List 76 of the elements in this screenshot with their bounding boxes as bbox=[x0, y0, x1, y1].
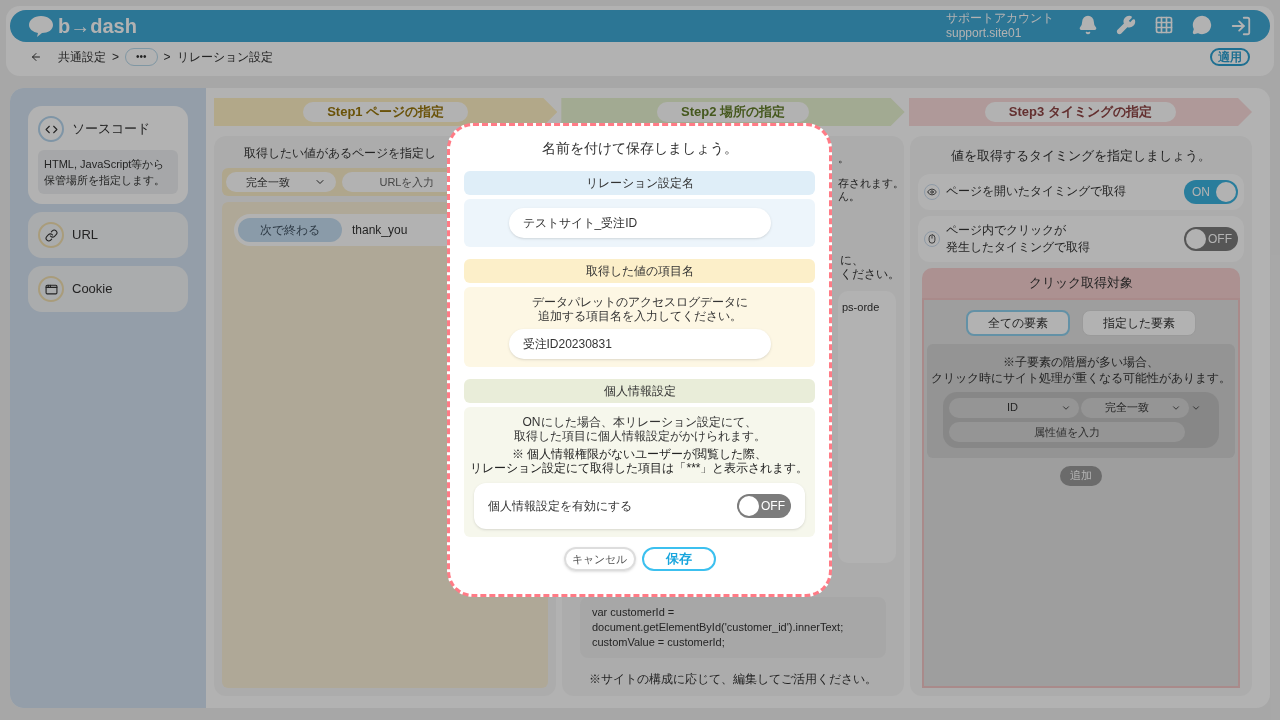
target-tab[interactable]: 全ての要素 bbox=[966, 309, 1070, 336]
trigger-label: ページを開いたタイミングで取得 bbox=[946, 183, 1127, 200]
switch-knob bbox=[739, 496, 759, 516]
switch-label: OFF bbox=[761, 498, 785, 515]
toggle-label: 個人情報設定を有効にする bbox=[488, 498, 632, 515]
text-fragment: 存されます。 bbox=[838, 177, 904, 190]
text-fragment: 。 bbox=[838, 152, 849, 165]
section-description: 追加する項目名を入力してください。 bbox=[537, 309, 742, 323]
section-description: ONにした場合、本リレーション設定にて、 bbox=[522, 415, 757, 429]
account-id: support.site01 bbox=[946, 26, 1023, 41]
section-description: データパレットのアクセスログデータに bbox=[531, 295, 748, 309]
attribute-select[interactable]: ID bbox=[949, 397, 1079, 418]
section-header: リレーション設定名 bbox=[464, 171, 815, 195]
text-fragment: に、 bbox=[840, 253, 865, 267]
click-target-note: クリック時にサイト処理が重くなる可能性があります。 bbox=[931, 369, 1231, 386]
link-icon bbox=[44, 228, 58, 242]
switch-label: ON bbox=[1192, 183, 1210, 201]
attribute-value-field[interactable]: 属性値を入力 bbox=[949, 421, 1185, 442]
sidebar-description: HTML, JavaScript等から bbox=[44, 157, 166, 172]
sidebar-label: URL bbox=[72, 226, 98, 245]
code-line: customValue = customerId; bbox=[592, 635, 726, 650]
step-label: Step2 場所の指定 bbox=[657, 102, 809, 122]
grid-icon[interactable] bbox=[1154, 15, 1174, 35]
switch-label: OFF bbox=[1208, 230, 1232, 248]
switch-knob bbox=[1216, 181, 1236, 202]
mouse-icon bbox=[927, 233, 937, 244]
bell-icon[interactable] bbox=[1078, 15, 1098, 35]
sidebar-item[interactable]: ソースコード HTML, JavaScript等から 保管場所を指定します。 bbox=[28, 106, 188, 204]
breadcrumb-separator: > bbox=[112, 49, 119, 66]
text-fragment: ん。 bbox=[838, 190, 860, 203]
match-select[interactable]: 完全一致 bbox=[226, 172, 336, 192]
switch-knob bbox=[1186, 228, 1206, 249]
dialog-title: 名前を付けて保存しましょう。 bbox=[540, 139, 739, 158]
section-note: ※ 個人情報権限がないユーザーが閲覧した際、 bbox=[511, 447, 768, 461]
rule-match[interactable]: 次で終わる bbox=[238, 218, 342, 242]
step2-note: ※サイトの構成に応じて、編集してご活用ください。 bbox=[588, 671, 878, 688]
breadcrumb-link[interactable]: 共通設定 bbox=[58, 48, 106, 66]
sidebar-description: 保管場所を指定します。 bbox=[44, 173, 166, 188]
sidebar-item[interactable]: Cookie bbox=[28, 266, 188, 312]
section-description: 取得した項目に個人情報設定がかけられます。 bbox=[513, 429, 766, 443]
target-tab[interactable]: 指定した要素 bbox=[1082, 309, 1196, 336]
logout-icon[interactable] bbox=[1230, 15, 1252, 37]
breadcrumb-separator: > bbox=[163, 49, 171, 66]
back-arrow-icon[interactable] bbox=[30, 51, 42, 63]
code-line: var customerId = bbox=[592, 605, 676, 620]
trigger-label: ページ内でクリックが bbox=[946, 221, 1067, 239]
sidebar-label: ソースコード bbox=[72, 120, 150, 139]
chat-icon[interactable] bbox=[1192, 15, 1212, 35]
trigger-label: 発生したタイミングで取得 bbox=[946, 238, 1091, 256]
account-name: サポートアカウント bbox=[946, 11, 1054, 26]
rule-value: thank_you bbox=[352, 222, 408, 239]
click-target-note: ※子要素の階層が多い場合、 bbox=[1003, 353, 1159, 370]
item-name-field[interactable]: 受注ID20230831 bbox=[508, 329, 771, 359]
section-note: リレーション設定にて取得した項目は「***」と表示されます。 bbox=[470, 461, 809, 475]
text-fragment: ください。 bbox=[840, 267, 896, 281]
wrench-icon[interactable] bbox=[1116, 15, 1136, 35]
step3-title: 値を取得するタイミングを指定しましょう。 bbox=[950, 147, 1212, 165]
toggle-switch[interactable]: OFF bbox=[737, 494, 791, 518]
eye-icon bbox=[927, 186, 937, 197]
relation-name-field[interactable]: テストサイト_受注ID bbox=[508, 208, 771, 238]
speech-bubble-logo-icon bbox=[28, 15, 54, 37]
match-select[interactable]: 完全一致 bbox=[1081, 397, 1189, 418]
click-target-header: クリック取得対象 bbox=[922, 267, 1240, 298]
logo-text: b→dash bbox=[58, 14, 137, 39]
breadcrumb-current: リレーション設定 bbox=[176, 49, 273, 66]
step-label: Step1 ページの指定 bbox=[303, 102, 469, 122]
section-header: 個人情報設定 bbox=[464, 379, 815, 403]
code-line: document.getElementById('customer_id').innerText; bbox=[592, 620, 845, 635]
cancel-button[interactable]: キャンセル bbox=[563, 547, 636, 571]
selector-text: ps-orde bbox=[842, 301, 880, 313]
sidebar-label: Cookie bbox=[72, 280, 113, 299]
step1-title: 取得したい値があるページを指定し bbox=[243, 145, 437, 162]
step-label: Step3 タイミングの指定 bbox=[984, 102, 1176, 122]
section-header: 取得した値の項目名 bbox=[464, 259, 815, 283]
window-icon bbox=[44, 282, 58, 296]
sidebar-item[interactable]: URL bbox=[28, 212, 188, 258]
